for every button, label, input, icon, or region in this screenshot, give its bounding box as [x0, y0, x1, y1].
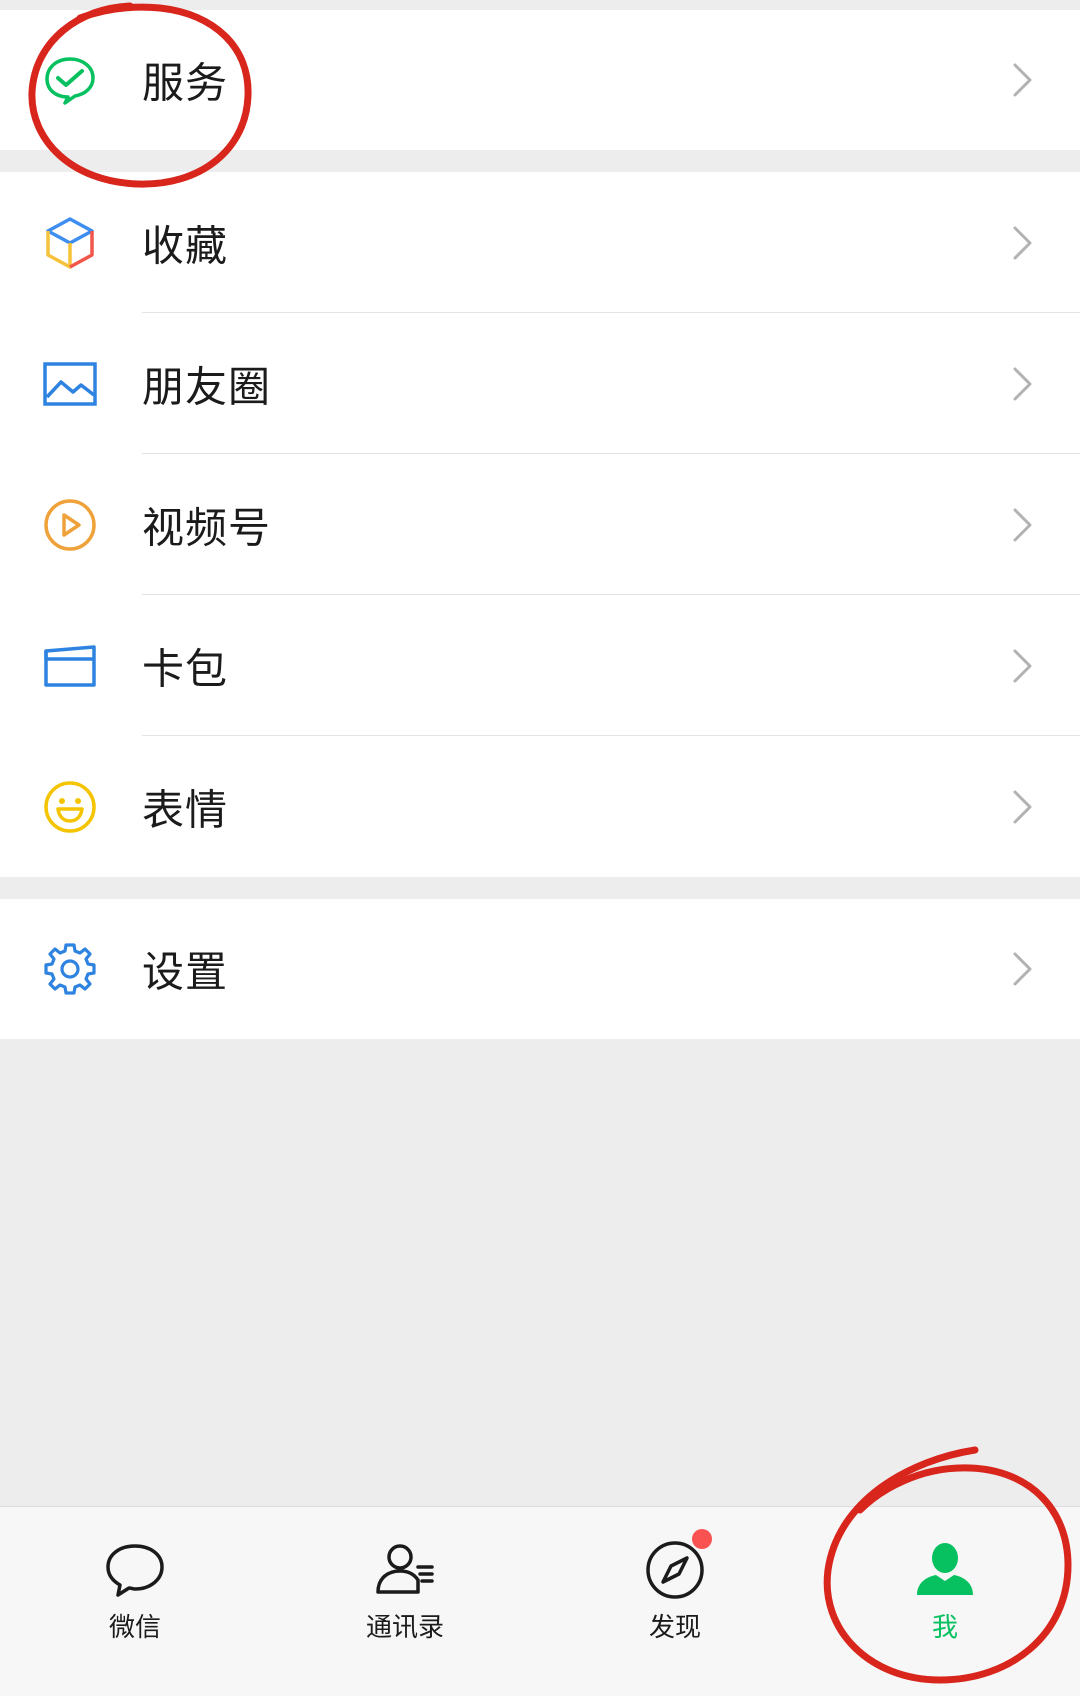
gear-icon [41, 940, 99, 998]
chat-bubble-icon [102, 1537, 168, 1603]
me-page: 服务 收藏 朋友圈 视频号 卡包 表情 设置 微信 通讯录 发现 我 [0, 0, 1080, 1696]
services-group: 服务 [0, 10, 1080, 150]
contacts-icon [372, 1537, 438, 1603]
menu-item-label: 卡包 [142, 644, 229, 693]
settings-group: 设置 [0, 899, 1080, 1039]
tab-label: 发现 [648, 1613, 701, 1643]
menu-item-channels[interactable]: 视频号 [0, 454, 1080, 595]
menu-item-services[interactable]: 服务 [0, 10, 1080, 150]
menu-item-label: 表情 [142, 785, 229, 834]
chevron-right-icon [1010, 60, 1036, 100]
wechat-pay-check-icon [41, 51, 99, 109]
menu-item-stickers[interactable]: 表情 [0, 736, 1080, 877]
cube-icon [41, 214, 99, 272]
menu-item-label: 视频号 [142, 503, 272, 552]
chevron-right-icon [1010, 505, 1036, 545]
menu-item-cards[interactable]: 卡包 [0, 595, 1080, 736]
menu-item-label: 设置 [142, 947, 229, 997]
tab-label: 通讯录 [365, 1613, 444, 1643]
chevron-right-icon [1010, 364, 1036, 404]
picture-icon [41, 355, 99, 413]
bottom-tab-bar: 微信 通讯录 发现 我 [0, 1506, 1080, 1696]
card-wallet-icon [41, 637, 99, 695]
menu-item-moments[interactable]: 朋友圈 [0, 313, 1080, 454]
tab-label: 我 [931, 1613, 958, 1643]
menu-item-label: 收藏 [142, 221, 229, 270]
tab-contacts[interactable]: 通讯录 [270, 1507, 540, 1696]
main-menu-group: 收藏 朋友圈 视频号 卡包 表情 [0, 172, 1080, 877]
chevron-right-icon [1010, 223, 1036, 263]
person-icon [912, 1537, 978, 1603]
tab-me[interactable]: 我 [810, 1507, 1080, 1696]
menu-item-settings[interactable]: 设置 [0, 899, 1080, 1039]
smiley-icon [41, 778, 99, 836]
chevron-right-icon [1010, 787, 1036, 827]
menu-item-label: 服务 [142, 58, 229, 108]
menu-item-favorites[interactable]: 收藏 [0, 172, 1080, 313]
menu-item-label: 朋友圈 [142, 362, 272, 411]
chevron-right-icon [1010, 646, 1036, 686]
tab-label: 微信 [108, 1613, 161, 1643]
play-circle-icon [41, 496, 99, 554]
notification-badge-dot [692, 1529, 712, 1549]
tab-discover[interactable]: 发现 [540, 1507, 810, 1696]
chevron-right-icon [1010, 949, 1036, 989]
tab-chats[interactable]: 微信 [0, 1507, 270, 1696]
